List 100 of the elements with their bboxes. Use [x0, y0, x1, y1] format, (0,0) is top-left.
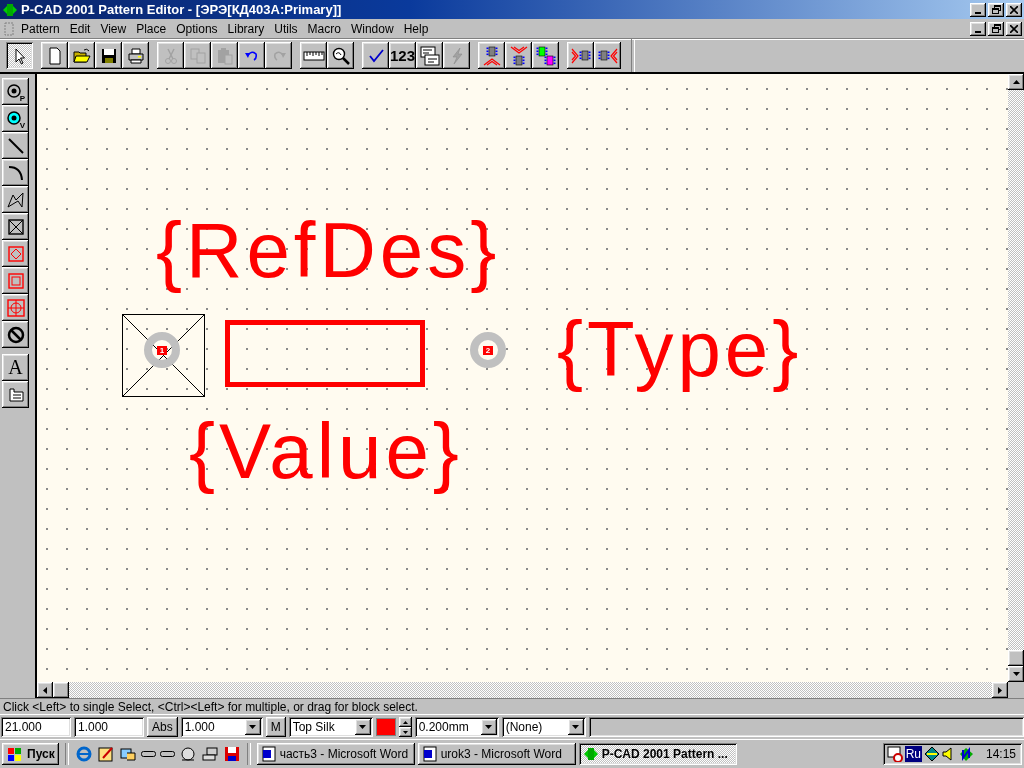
tool-button[interactable] [2, 267, 29, 294]
quick-launch-button[interactable] [159, 750, 175, 757]
quick-launch-button[interactable] [222, 744, 241, 763]
square-box-icon [5, 270, 26, 291]
computer-icon [200, 744, 219, 763]
toolbar-button[interactable] [238, 42, 265, 69]
scroll-thumb[interactable] [1008, 650, 1024, 666]
toolbar-button[interactable] [567, 42, 594, 69]
spin-up-button[interactable] [398, 717, 412, 727]
x-coordinate-field[interactable]: 21.000 [1, 717, 71, 737]
quick-launch-button[interactable] [96, 744, 115, 763]
style-dropdown[interactable]: (None) [501, 717, 586, 737]
taskbar-button[interactable]: P-CAD 2001 Pattern ... [578, 742, 737, 765]
app-icon [2, 1, 18, 18]
crossed-box-icon [5, 216, 26, 237]
menu-item[interactable]: Help [398, 21, 434, 36]
line-icon [5, 135, 26, 156]
tool-button[interactable] [2, 132, 29, 159]
pad-number: 2 [482, 345, 494, 355]
scroll-thumb[interactable] [53, 682, 69, 698]
close-button[interactable] [1006, 21, 1022, 36]
drive-icon [140, 750, 156, 757]
toolbar-button[interactable] [122, 42, 149, 69]
right-arrow-icon [998, 686, 1002, 694]
start-button[interactable]: Пуск [2, 742, 59, 765]
tool-button[interactable] [2, 381, 29, 408]
language-indicator[interactable]: Ru [904, 745, 922, 762]
windows-logo-icon [6, 745, 24, 762]
dropdown-arrow-icon [249, 725, 257, 729]
menu-item[interactable]: Library [222, 21, 270, 36]
dropdown-arrow-icon [359, 725, 367, 729]
toolbar-button[interactable] [41, 42, 68, 69]
tool-button[interactable] [2, 186, 29, 213]
minimize-button[interactable] [970, 21, 986, 36]
toolbar-button[interactable] [6, 42, 33, 69]
diamond-box-icon [5, 243, 26, 264]
abs-button[interactable]: Abs [147, 717, 178, 737]
tool-button[interactable] [2, 321, 29, 348]
toolbar-button[interactable] [327, 42, 354, 69]
document-icon [260, 745, 277, 762]
drawing-canvas[interactable]: {RefDes} 1 2 {Type} {Value} [37, 74, 1008, 682]
toolbar-button[interactable] [300, 42, 327, 69]
restore-button[interactable] [988, 21, 1004, 36]
tool-button[interactable] [2, 159, 29, 186]
y-coordinate-field[interactable]: 1.000 [74, 717, 144, 737]
up-arrow-icon [402, 720, 408, 724]
scroll-left-button[interactable] [37, 682, 53, 698]
menu-item[interactable]: Options [171, 21, 223, 36]
layer-dropdown[interactable]: Top Silk [288, 717, 373, 737]
menu-item[interactable]: Utils [269, 21, 303, 36]
status-hint: Click <Left> to single Select, <Ctrl><Left> for multiple, or drag for block select. [0, 699, 1024, 715]
tool-subscript: P [19, 94, 25, 103]
scroll-down-button[interactable] [1008, 666, 1024, 682]
restore-button[interactable] [988, 2, 1004, 17]
scheduler-icon [886, 745, 903, 762]
taskbar-button[interactable]: urok3 - Microsoft Word [417, 742, 576, 765]
quick-launch-button[interactable] [178, 744, 197, 763]
line-width-dropdown[interactable]: 0.200mm [414, 717, 499, 737]
tool-button[interactable] [2, 294, 29, 321]
scroll-up-button[interactable] [1008, 74, 1024, 90]
menu-item[interactable]: Edit [64, 21, 96, 36]
menu-item[interactable]: View [95, 21, 132, 36]
minimize-icon [975, 11, 981, 14]
crossed-circle-box-icon [5, 297, 26, 318]
spin-down-button[interactable] [398, 727, 412, 737]
magnifier-icon [330, 45, 351, 66]
numbering-button[interactable]: 123 [389, 42, 416, 69]
taskbar-button[interactable]: часть3 - Microsoft Word [256, 742, 415, 765]
toolbar-button[interactable] [95, 42, 122, 69]
close-icon [1010, 24, 1018, 33]
tool-button[interactable]: V [2, 105, 29, 132]
menu-item[interactable]: Macro [302, 21, 346, 36]
scroll-right-button[interactable] [992, 682, 1008, 698]
close-button[interactable] [1006, 2, 1022, 17]
window-title: P-CAD 2001 Pattern Editor - [ЭРЭ[КД403А:Primary]] [21, 2, 343, 17]
tool-button[interactable] [2, 213, 29, 240]
grid-dropdown[interactable]: 1.000 [180, 717, 263, 737]
tool-button[interactable]: P [2, 78, 29, 105]
text-tool-button[interactable]: A [2, 354, 29, 381]
left-arrow-icon [43, 686, 47, 694]
notepad-icon [96, 744, 115, 763]
m-button[interactable]: M [265, 717, 286, 737]
toolbar-button[interactable] [505, 42, 532, 69]
menu-item[interactable]: Pattern [16, 21, 65, 36]
minimize-button[interactable] [970, 2, 986, 17]
toolbar-button[interactable] [478, 42, 505, 69]
quick-launch-button[interactable] [200, 744, 219, 763]
toolbar-button[interactable] [594, 42, 621, 69]
menu-item[interactable]: Place [131, 21, 172, 36]
drive-icon [159, 750, 175, 757]
quick-launch-button[interactable] [140, 750, 156, 757]
toolbar-button[interactable] [532, 42, 559, 69]
toolbar-button[interactable] [68, 42, 95, 69]
toolbar-button[interactable] [362, 42, 389, 69]
tool-button[interactable] [2, 240, 29, 267]
tool-subscript: V [19, 121, 25, 130]
color-swatch[interactable] [375, 718, 396, 736]
document-icon [2, 21, 16, 36]
menu-item[interactable]: Window [345, 21, 399, 36]
toolbar-button[interactable] [416, 42, 443, 69]
